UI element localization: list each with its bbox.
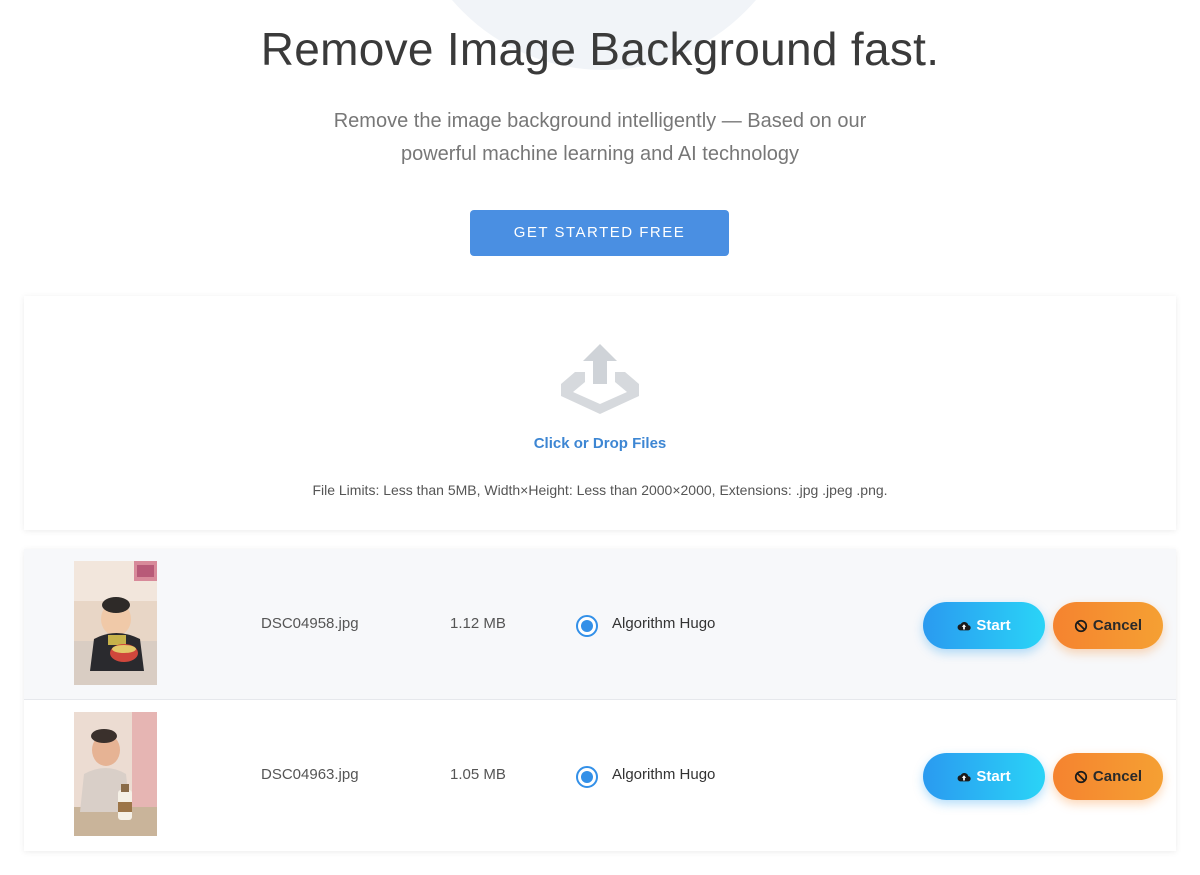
algorithm-label[interactable]: Algorithm Hugo <box>612 766 715 783</box>
file-row: DSC04958.jpg 1.12 MB Algorithm Hugo Star… <box>24 549 1176 700</box>
file-list: DSC04958.jpg 1.12 MB Algorithm Hugo Star… <box>24 549 1176 851</box>
file-thumbnail <box>74 712 157 836</box>
start-label: Start <box>976 768 1011 785</box>
file-size: 1.05 MB <box>450 766 506 783</box>
file-thumbnail <box>74 561 157 685</box>
page-title: Remove Image Background fast. <box>260 23 940 75</box>
cloud-upload-icon <box>957 621 972 630</box>
cancel-label: Cancel <box>1092 768 1143 785</box>
start-button[interactable]: Start <box>923 753 1045 800</box>
file-size: 1.12 MB <box>450 615 506 632</box>
ban-icon <box>1074 619 1088 632</box>
page-subtitle: Remove the image background intelligentl… <box>333 110 867 165</box>
algorithm-radio[interactable] <box>576 615 598 637</box>
start-label: Start <box>976 617 1011 634</box>
file-drop-zone[interactable]: Click or Drop Files File Limits: Less th… <box>24 296 1176 530</box>
click-or-drop-files-link[interactable]: Click or Drop Files <box>24 435 1176 452</box>
algorithm-radio[interactable] <box>576 766 598 788</box>
file-row: DSC04963.jpg 1.05 MB Algorithm Hugo Star… <box>24 700 1176 851</box>
ban-icon <box>1074 770 1088 783</box>
upload-icon <box>561 344 639 414</box>
cancel-button[interactable]: Cancel <box>1053 602 1163 649</box>
file-name: DSC04963.jpg <box>261 766 359 783</box>
cancel-button[interactable]: Cancel <box>1053 753 1163 800</box>
file-name: DSC04958.jpg <box>261 615 359 632</box>
cloud-upload-icon <box>957 772 972 781</box>
get-started-button[interactable]: GET STARTED FREE <box>470 210 729 256</box>
file-limits-text: File Limits: Less than 5MB, Width×Height… <box>312 482 888 498</box>
start-button[interactable]: Start <box>923 602 1045 649</box>
cancel-label: Cancel <box>1092 617 1143 634</box>
algorithm-label[interactable]: Algorithm Hugo <box>612 615 715 632</box>
